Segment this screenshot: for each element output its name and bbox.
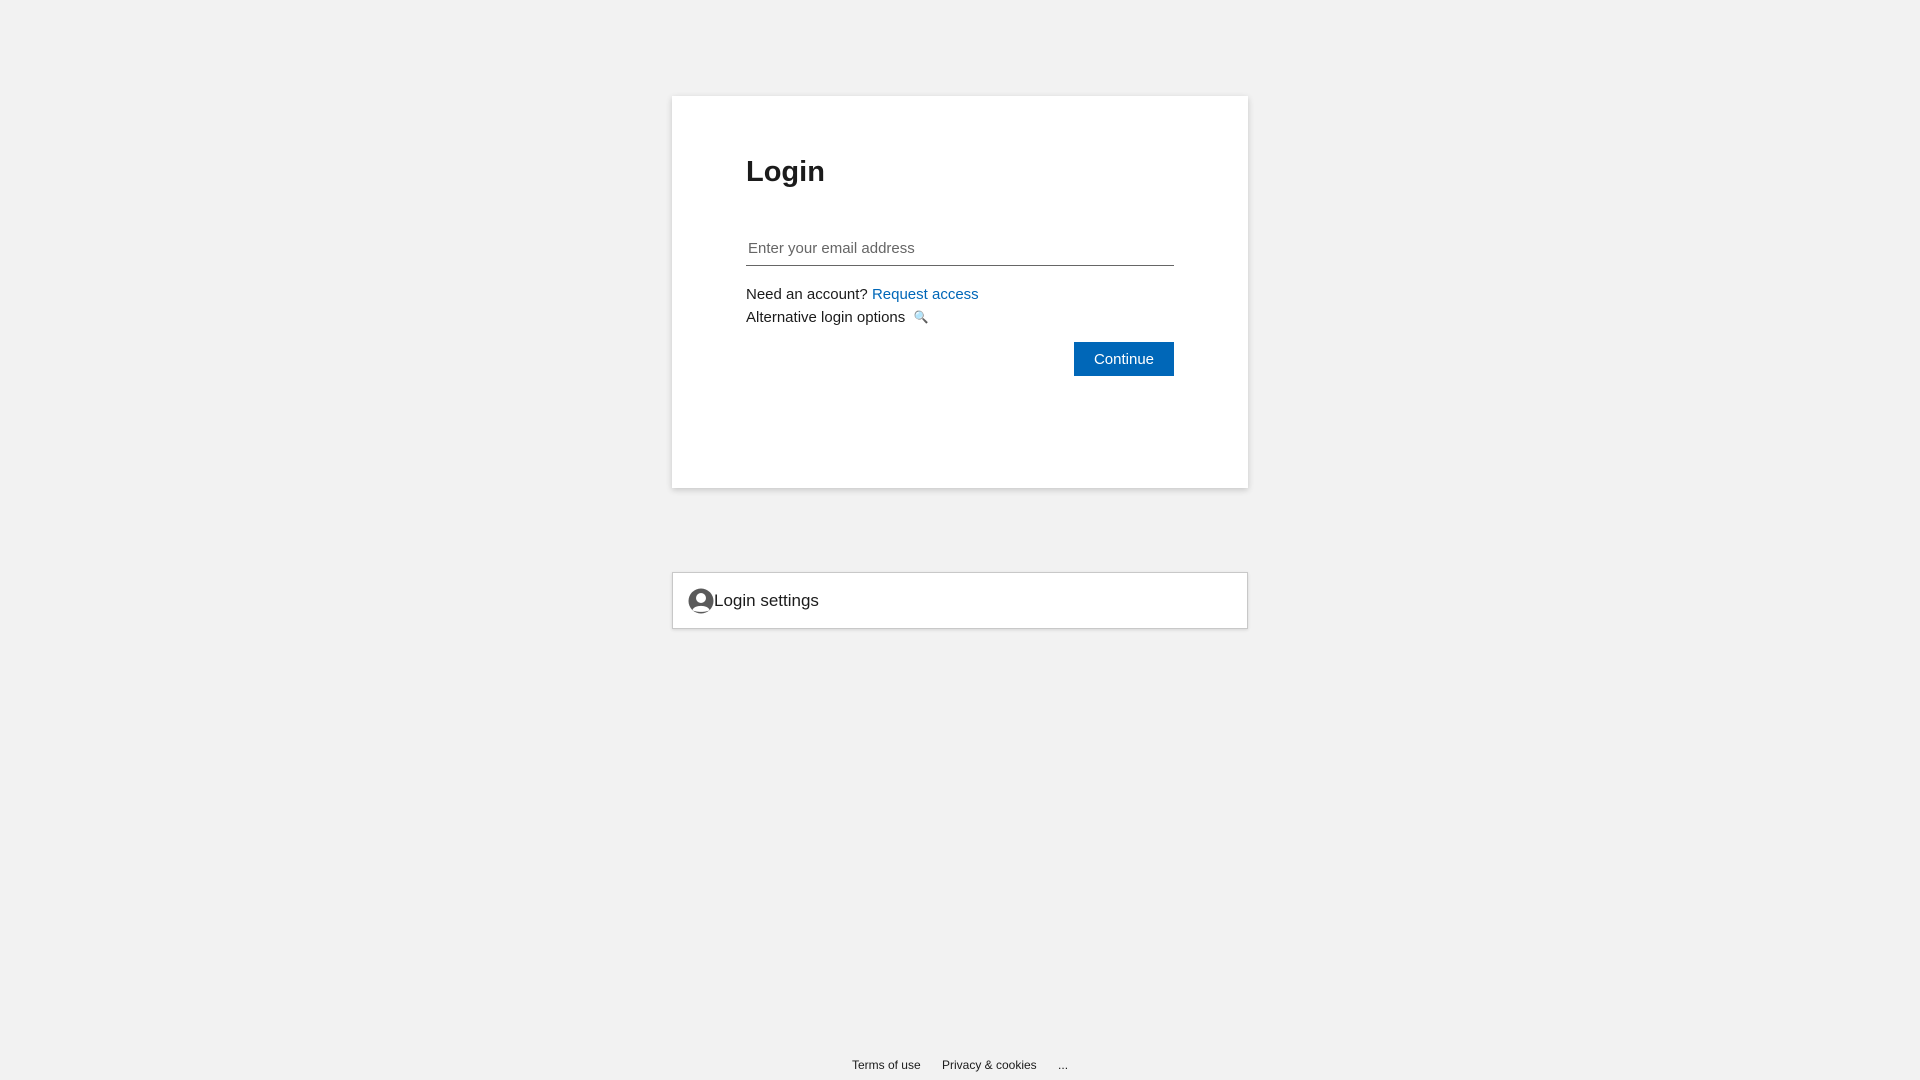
page-title: Login — [746, 156, 825, 188]
terms-of-use-link[interactable]: Terms of use — [852, 1058, 921, 1072]
alternative-login-label: Alternative login options — [746, 309, 906, 326]
login-settings-label: Login settings — [714, 590, 819, 610]
key-icon: 🔍 — [913, 310, 929, 324]
continue-button[interactable]: Continue — [1074, 342, 1174, 376]
alternative-login-row[interactable]: Alternative login options 🔍 — [746, 306, 1174, 329]
privacy-cookies-link[interactable]: Privacy & cookies — [942, 1058, 1037, 1072]
need-account-row: Need an account? Request access — [746, 283, 1174, 306]
need-account-text: Need an account? — [746, 286, 868, 303]
footer: Terms of use Privacy & cookies ... — [0, 1058, 1920, 1072]
more-options-link[interactable]: ... — [1058, 1058, 1068, 1072]
request-access-link[interactable]: Request access — [872, 286, 979, 303]
email-field[interactable] — [746, 232, 1174, 266]
login-card: Login Need an account? Request access Al… — [672, 96, 1248, 488]
user-icon — [688, 588, 714, 614]
login-settings-button[interactable]: Login settings — [672, 572, 1248, 629]
